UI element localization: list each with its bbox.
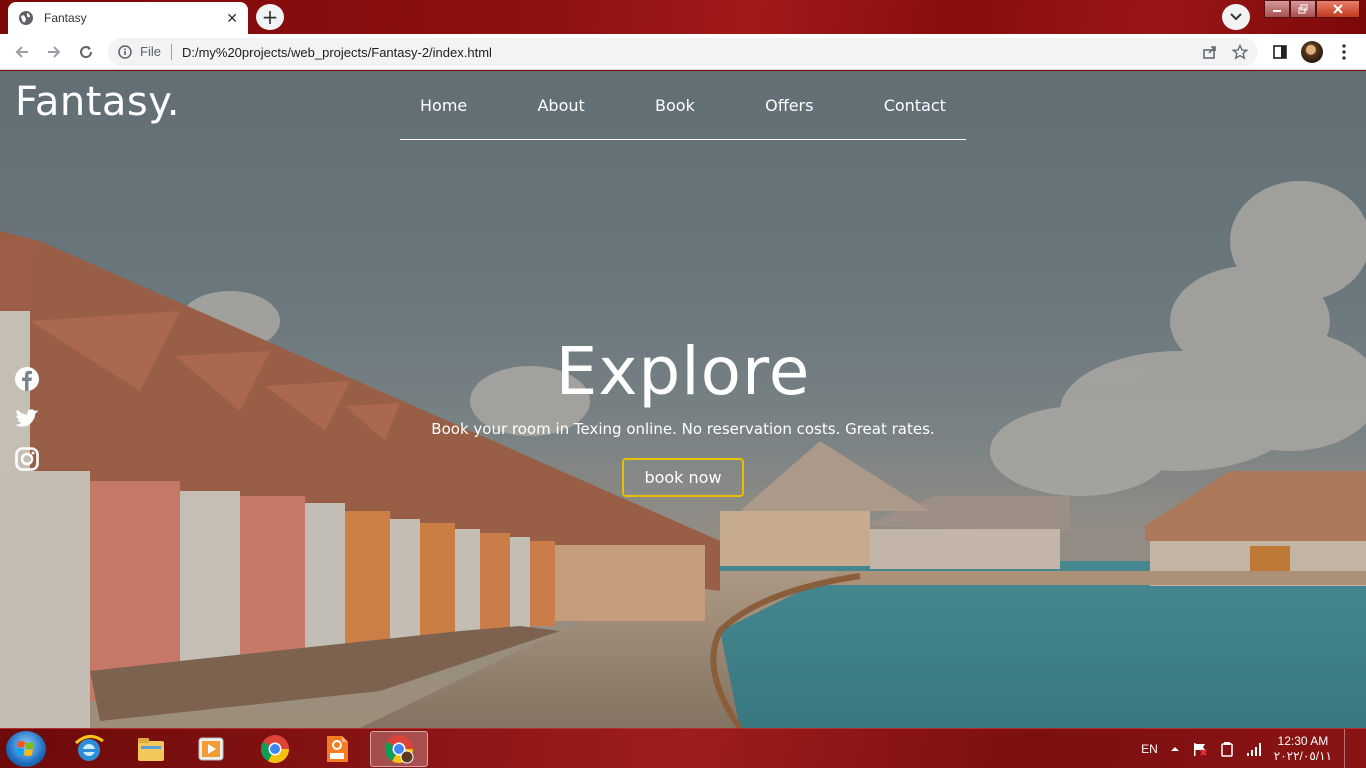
restore-icon xyxy=(1298,4,1308,14)
tab-close-button[interactable]: ✕ xyxy=(226,10,238,27)
site-info-chip[interactable]: File xyxy=(140,44,172,60)
minimize-button[interactable] xyxy=(1264,0,1290,18)
book-now-button[interactable]: book now xyxy=(622,458,744,497)
minimize-icon xyxy=(1273,10,1281,12)
nav-contact[interactable]: Contact xyxy=(884,96,946,115)
share-icon[interactable] xyxy=(1202,44,1218,60)
chevron-down-icon xyxy=(1230,13,1242,21)
window-controls xyxy=(1264,0,1360,20)
new-tab-button[interactable]: + xyxy=(256,4,284,30)
windows-taskbar: EN 12:30 AM ٢٠٢٢/٠٥/١١ xyxy=(0,728,1366,768)
file-explorer-icon xyxy=(138,738,164,761)
nav-about[interactable]: About xyxy=(537,96,584,115)
system-tray: EN 12:30 AM ٢٠٢٢/٠٥/١١ xyxy=(1141,729,1366,768)
reload-button[interactable] xyxy=(76,42,96,62)
side-panel-icon xyxy=(1273,45,1287,59)
main-nav: Home About Book Offers Contact xyxy=(400,71,966,140)
hero-content: Explore Book your room in Texing online.… xyxy=(0,333,1366,497)
reload-icon xyxy=(80,46,93,59)
start-button[interactable] xyxy=(6,731,46,767)
more-vertical-icon xyxy=(1342,44,1346,60)
avatar xyxy=(1301,41,1323,63)
restore-button[interactable] xyxy=(1290,0,1316,18)
bookmark-star-icon[interactable] xyxy=(1232,44,1248,60)
hero-subtitle: Book your room in Texing online. No rese… xyxy=(431,420,935,438)
arrow-right-icon xyxy=(48,46,61,58)
globe-icon xyxy=(19,11,33,25)
info-icon xyxy=(118,45,132,59)
tab-title: Fantasy xyxy=(44,11,87,25)
taskbar-clock[interactable]: 12:30 AM ٢٠٢٢/٠٥/١١ xyxy=(1274,734,1332,764)
show-desktop-button[interactable] xyxy=(1344,729,1358,768)
back-button[interactable] xyxy=(12,42,32,62)
omnibox-actions xyxy=(1202,38,1258,66)
taskbar-media-player[interactable] xyxy=(182,731,240,767)
language-indicator[interactable]: EN xyxy=(1141,742,1158,756)
action-center-flag-icon[interactable] xyxy=(1192,741,1208,757)
browser-tab[interactable]: Fantasy ✕ xyxy=(8,2,248,34)
taskbar-internet-explorer[interactable] xyxy=(60,731,118,767)
browser-toolbar: File D:/my%20projects/web_projects/Fanta… xyxy=(0,34,1366,70)
chrome-icon xyxy=(261,735,289,763)
address-bar[interactable]: File D:/my%20projects/web_projects/Fanta… xyxy=(108,38,1258,66)
arrow-left-icon xyxy=(15,46,28,58)
close-window-button[interactable] xyxy=(1316,0,1360,18)
network-signal-icon[interactable] xyxy=(1246,742,1262,756)
taskbar-chrome-active[interactable] xyxy=(370,731,428,767)
clock-date: ٢٠٢٢/٠٥/١١ xyxy=(1273,749,1332,763)
windows-logo-icon xyxy=(16,741,34,756)
internet-explorer-icon xyxy=(74,735,104,761)
taskbar-chrome[interactable] xyxy=(246,731,304,767)
site-logo[interactable]: Fantasy. xyxy=(15,79,180,125)
nav-home[interactable]: Home xyxy=(420,96,467,115)
chrome-active-icon xyxy=(385,735,414,764)
taskbar-file-explorer[interactable] xyxy=(122,731,180,767)
profile-button[interactable] xyxy=(1300,40,1324,64)
url-text[interactable]: D:/my%20projects/web_projects/Fantasy-2/… xyxy=(182,45,492,60)
taskbar-pdf-reader[interactable] xyxy=(308,731,366,767)
side-panel-button[interactable] xyxy=(1268,40,1292,64)
nav-book[interactable]: Book xyxy=(655,96,695,115)
nav-offers[interactable]: Offers xyxy=(765,96,813,115)
clock-time: 12:30 AM xyxy=(1277,734,1329,748)
device-icon[interactable] xyxy=(1220,741,1234,757)
menu-button[interactable] xyxy=(1332,40,1356,64)
browser-tabstrip: Fantasy ✕ + xyxy=(0,0,1366,34)
tray-overflow-icon[interactable] xyxy=(1170,744,1180,754)
hero-title: Explore xyxy=(555,333,811,410)
close-icon xyxy=(1333,4,1343,14)
forward-button[interactable] xyxy=(44,42,64,62)
pdf-reader-icon xyxy=(327,736,348,762)
hero-page: Fantasy. Home About Book Offers Contact … xyxy=(0,71,1366,728)
media-player-icon xyxy=(198,737,224,761)
tab-search-button[interactable] xyxy=(1222,4,1250,30)
